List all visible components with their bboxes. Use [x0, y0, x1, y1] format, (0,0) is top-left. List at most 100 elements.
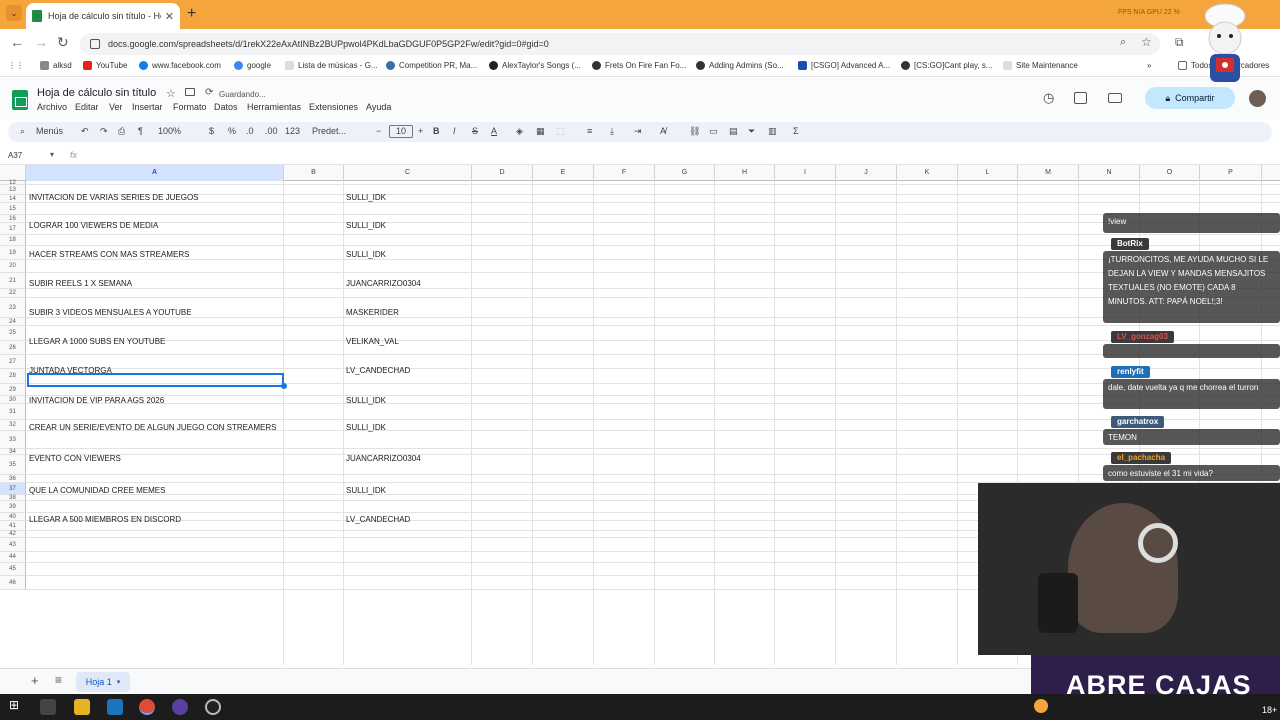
search-menus-label[interactable]: Menús: [36, 126, 63, 136]
font-size-input[interactable]: 10: [389, 125, 413, 138]
cell-a-goal[interactable]: LLEGAR A 500 MIEMBROS EN DISCORD: [29, 515, 181, 524]
filter-icon[interactable]: ⏷: [748, 126, 755, 137]
column-header-o[interactable]: O: [1140, 165, 1200, 181]
comments-icon[interactable]: [1074, 92, 1087, 104]
bookmark-item[interactable]: YouTube: [83, 61, 127, 70]
meet-icon[interactable]: [1108, 93, 1122, 103]
fill-color-icon[interactable]: ◈: [516, 126, 523, 137]
menu-archivo[interactable]: Archivo: [37, 102, 67, 112]
cell-c-user[interactable]: JUANCARRIZO0304: [346, 279, 421, 288]
cell-c-user[interactable]: LV_CANDECHAD: [346, 366, 410, 375]
row-header-41[interactable]: 41: [0, 521, 26, 531]
bookmark-item[interactable]: www.facebook.com: [139, 61, 221, 70]
menu-editar[interactable]: Editar: [75, 102, 99, 112]
functions-button[interactable]: Σ: [793, 126, 799, 136]
cell-c-user[interactable]: SULLI_IDK: [346, 423, 386, 432]
start-icon[interactable]: ⊞: [9, 698, 25, 714]
column-header-i[interactable]: I: [775, 165, 836, 181]
row-header-30[interactable]: 30: [0, 396, 26, 404]
task-view-icon[interactable]: [40, 699, 56, 715]
chart-icon[interactable]: ▤: [729, 126, 738, 137]
column-header-e[interactable]: E: [533, 165, 594, 181]
currency-button[interactable]: $: [209, 126, 214, 136]
italic-button[interactable]: I: [453, 126, 456, 136]
select-all-corner[interactable]: [0, 165, 26, 181]
column-header-c[interactable]: C: [344, 165, 472, 181]
sheets-logo-icon[interactable]: [12, 90, 28, 110]
cell-a-goal[interactable]: LOGRAR 100 VIEWERS DE MEDIA: [29, 221, 158, 230]
zoom-select[interactable]: 100%: [158, 126, 181, 136]
number-format-button[interactable]: 123: [285, 126, 300, 136]
column-header-k[interactable]: K: [897, 165, 958, 181]
column-header-a[interactable]: A: [26, 165, 284, 181]
bookmark-item[interactable]: [CSGO] Advanced A...: [798, 61, 890, 70]
column-header-j[interactable]: J: [836, 165, 897, 181]
bookmark-item[interactable]: Frets On Fire Fan Fo...: [592, 61, 686, 70]
obs-icon[interactable]: [172, 699, 188, 715]
text-color-button[interactable]: A: [491, 126, 497, 136]
row-header-37[interactable]: 37: [0, 483, 26, 495]
menu-ver[interactable]: Ver: [109, 102, 123, 112]
row-header-35[interactable]: 35: [0, 455, 26, 475]
bookmark-item[interactable]: alksd: [40, 61, 72, 70]
column-header-l[interactable]: L: [958, 165, 1018, 181]
text-rotate-icon[interactable]: A̸: [660, 126, 666, 136]
cell-c-user[interactable]: LV_CANDECHAD: [346, 515, 410, 524]
bookmark-star-icon[interactable]: ☆: [1141, 35, 1152, 49]
bookmark-item[interactable]: AlexTaylor's Songs (...: [489, 61, 581, 70]
sheet-tab[interactable]: Hoja 1 ▾: [76, 672, 130, 692]
menu-herramientas[interactable]: Herramientas: [247, 102, 301, 112]
cell-c-user[interactable]: SULLI_IDK: [346, 193, 386, 202]
cell-c-user[interactable]: JUANCARRIZO0304: [346, 454, 421, 463]
cell-a-goal[interactable]: EVENTO CON VIEWERS: [29, 454, 121, 463]
bookmark-item[interactable]: Adding Admins (So...: [696, 61, 784, 70]
cell-a-goal[interactable]: LLEGAR A 1000 SUBS EN YOUTUBE: [29, 337, 165, 346]
add-sheet-icon[interactable]: +: [31, 673, 39, 688]
row-header-36[interactable]: 36: [0, 475, 26, 483]
row-header-46[interactable]: 46: [0, 576, 26, 590]
cell-c-user[interactable]: VELIKAN_VAL: [346, 337, 399, 346]
cell-a-goal[interactable]: QUE LA COMUNIDAD CREE MEMES: [29, 486, 165, 495]
bookmarks-overflow-icon[interactable]: »: [1147, 61, 1151, 70]
star-icon[interactable]: ☆: [166, 87, 176, 100]
decrease-decimal-button[interactable]: .0: [246, 126, 254, 136]
row-header-19[interactable]: 19: [0, 246, 26, 260]
text-wrap-icon[interactable]: ⇥: [634, 126, 642, 137]
row-header-45[interactable]: 45: [0, 563, 26, 576]
column-header-h[interactable]: H: [715, 165, 775, 181]
row-header-26[interactable]: 26: [0, 341, 26, 355]
increase-decimal-button[interactable]: .00: [265, 126, 278, 136]
filter-views-icon[interactable]: ▥: [768, 126, 777, 137]
redo-icon[interactable]: ↷: [100, 126, 108, 137]
cell-a-goal[interactable]: SUBIR 3 VIDEOS MENSUALES A YOUTUBE: [29, 308, 192, 317]
new-tab-button[interactable]: +: [187, 5, 196, 23]
app-icon[interactable]: [205, 699, 221, 715]
row-header-42[interactable]: 42: [0, 531, 26, 538]
calculator-icon[interactable]: [107, 699, 123, 715]
row-header-28[interactable]: 28: [0, 369, 26, 384]
menu-insertar[interactable]: Insertar: [132, 102, 163, 112]
document-title[interactable]: Hoja de cálculo sin título: [37, 87, 156, 99]
font-select[interactable]: Predet...: [312, 126, 346, 136]
search-menus-icon[interactable]: ⌕: [20, 126, 25, 137]
name-box-dropdown-icon[interactable]: ▾: [50, 150, 54, 159]
tab-search-icon[interactable]: ⌄: [6, 5, 22, 21]
column-header-g[interactable]: G: [655, 165, 715, 181]
bookmark-item[interactable]: Site Maintenance: [1003, 61, 1078, 70]
font-size-increase-icon[interactable]: +: [418, 126, 423, 136]
move-folder-icon[interactable]: [185, 88, 195, 96]
column-header-n[interactable]: N: [1079, 165, 1140, 181]
cell-c-user[interactable]: SULLI_IDK: [346, 221, 386, 230]
row-header-33[interactable]: 33: [0, 431, 26, 449]
row-header-39[interactable]: 39: [0, 501, 26, 513]
cell-a-goal[interactable]: CREAR UN SERIE/EVENTO DE ALGUN JUEGO CON…: [29, 423, 276, 432]
strikethrough-button[interactable]: S: [472, 126, 478, 136]
cell-a-goal[interactable]: SUBIR REELS 1 X SEMANA: [29, 279, 132, 288]
print-icon[interactable]: ⎙: [118, 126, 125, 137]
vertical-align-icon[interactable]: ⤓: [610, 126, 614, 137]
column-header-b[interactable]: B: [284, 165, 344, 181]
cell-c-user[interactable]: SULLI_IDK: [346, 486, 386, 495]
browser-tab-active[interactable]: Hoja de cálculo sin título - Hoja ✕: [26, 3, 180, 29]
extensions-icon[interactable]: ⧉: [1175, 35, 1184, 50]
cell-a-goal[interactable]: HACER STREAMS CON MAS STREAMERS: [29, 250, 189, 259]
